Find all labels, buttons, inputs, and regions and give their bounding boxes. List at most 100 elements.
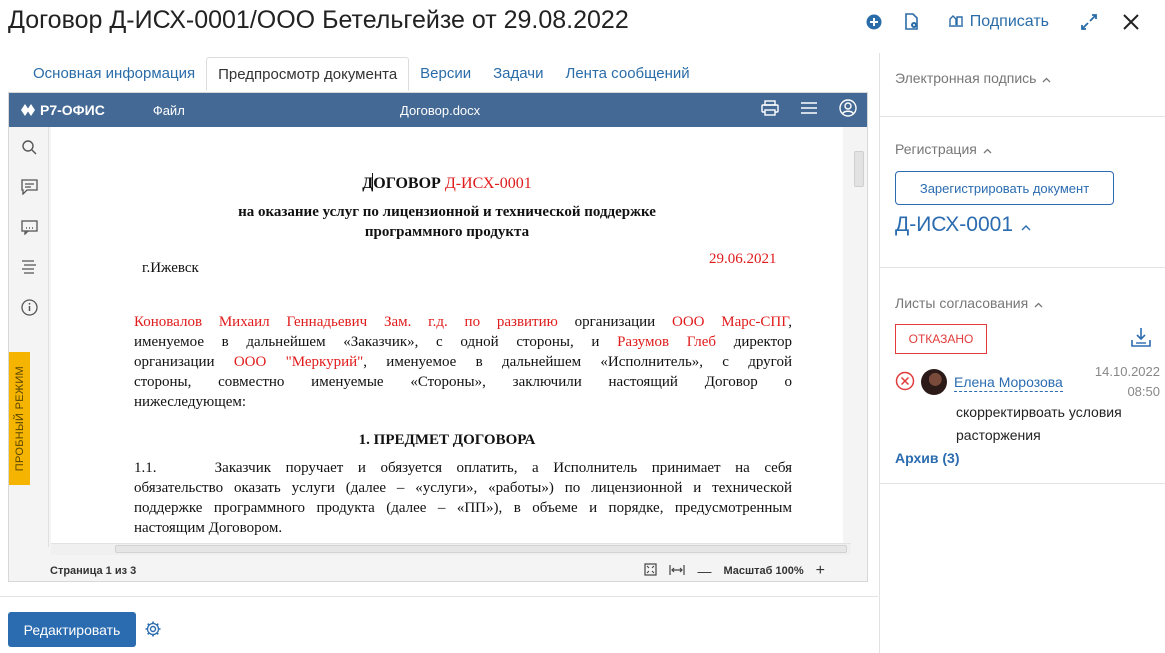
- trial-mode-badge: ПРОБНЫЙ РЕЖИМ: [9, 352, 30, 485]
- expand-icon[interactable]: [1079, 12, 1099, 32]
- text-span: ,: [788, 314, 792, 330]
- zoom-in-button[interactable]: +: [816, 562, 825, 580]
- approver-name[interactable]: Елена Морозова: [954, 374, 1063, 392]
- chevron-up-icon: [983, 141, 992, 157]
- logo-icon: [21, 104, 35, 116]
- sign-icon: [948, 13, 964, 32]
- user-icon[interactable]: [839, 98, 857, 122]
- zoom-controls: — Масштаб 100% +: [644, 559, 825, 581]
- registration-number[interactable]: Д-ИСХ-0001: [895, 213, 1031, 237]
- page-indicator: Страница 1 из 3: [50, 565, 137, 577]
- tab-document-preview[interactable]: Предпросмотр документа: [206, 57, 410, 91]
- tab-message-feed[interactable]: Лента сообщений: [555, 57, 701, 91]
- doc-subtitle-line1: на оказание услуг по лицензионной и техн…: [238, 204, 656, 220]
- approval-date: 14.10.2022: [1094, 364, 1160, 379]
- doc-para1-line1: Коновалов Михаил Геннадьевич Зам. г.д. п…: [134, 312, 792, 332]
- chevron-up-icon: [1042, 70, 1051, 86]
- editor-logo: Р7-ОФИС: [21, 102, 105, 118]
- registration-number-text: Д-ИСХ-0001: [895, 213, 1014, 236]
- trial-mode-label: ПРОБНЫЙ РЕЖИМ: [13, 365, 26, 472]
- sign-button-label: Подписать: [969, 13, 1049, 30]
- doc-para2-line1: 1.1. Заказчик поручает и обязуется оплат…: [134, 460, 792, 476]
- approval-section-title: Листы согласования: [895, 295, 1029, 311]
- doc-section1-heading: 1. ПРЕДМЕТ ДОГОВОРА: [358, 432, 536, 448]
- vertical-scroll-thumb[interactable]: [854, 151, 864, 187]
- archive-link[interactable]: Архив (3): [895, 450, 959, 466]
- zoom-level: Масштаб 100%: [723, 565, 804, 577]
- doc-date: 29.06.2021: [709, 251, 777, 267]
- chat-icon[interactable]: [9, 207, 49, 247]
- chevron-up-icon: [1034, 295, 1043, 311]
- footer-divider: [0, 596, 878, 597]
- customer-representative: Коновалов Михаил Геннадьевич Зам. г.д. п…: [134, 314, 558, 330]
- page-title: Договор Д-ИСХ-0001/ООО Бетельгейзе от 29…: [8, 6, 629, 34]
- plus-circle-icon[interactable]: [864, 12, 884, 32]
- executor-org: ООО "Меркурий": [233, 354, 364, 370]
- section-divider: [880, 483, 1165, 484]
- search-icon[interactable]: [9, 127, 49, 167]
- doc-para2-line3: поддержке программного продукта (далее –…: [134, 500, 792, 516]
- print-icon[interactable]: [761, 99, 779, 121]
- editor-toolbar: Р7-ОФИС Файл Договор.docx: [9, 93, 867, 127]
- approval-section-header[interactable]: Листы согласования: [895, 295, 1043, 311]
- info-icon[interactable]: [9, 287, 49, 327]
- text-span: директор: [716, 334, 792, 350]
- align-icon[interactable]: [9, 247, 49, 287]
- approval-time: 08:50: [1127, 384, 1160, 399]
- doc-city: г.Ижевск: [142, 260, 199, 276]
- sign-button[interactable]: Подписать: [948, 13, 1049, 32]
- edit-button[interactable]: Редактировать: [8, 612, 136, 647]
- document-page[interactable]: ДОГОВОР Д-ИСХ-0001 на оказание услуг по …: [51, 127, 843, 543]
- rejected-icon: [895, 371, 915, 396]
- text-span: организации: [134, 354, 234, 370]
- executor-representative: Разумов Глеб: [617, 334, 717, 350]
- document-settings-icon[interactable]: [902, 12, 922, 32]
- registration-section-header[interactable]: Регистрация: [895, 141, 992, 157]
- editor-statusbar: Страница 1 из 3 — Масштаб 100% +: [9, 559, 867, 581]
- signature-section-title: Электронная подпись: [895, 70, 1037, 86]
- download-icon[interactable]: [1131, 327, 1151, 352]
- zoom-out-button[interactable]: —: [697, 563, 711, 579]
- doc-para1-line4: стороны, совместно именуемые «Стороны», …: [134, 374, 792, 390]
- doc-para1-line5: нижеследующем:: [134, 394, 247, 410]
- approval-comment: скорректирвоать условия расторжения: [956, 404, 1122, 443]
- close-icon[interactable]: [1121, 12, 1141, 32]
- menu-icon[interactable]: [801, 101, 817, 119]
- section-divider: [880, 116, 1165, 117]
- register-document-button[interactable]: Зарегистрировать документ: [895, 171, 1114, 205]
- tab-main-info[interactable]: Основная информация: [22, 57, 206, 91]
- gear-icon[interactable]: [144, 620, 162, 643]
- vertical-scrollbar[interactable]: [851, 127, 867, 543]
- signature-section-header[interactable]: Электронная подпись: [895, 70, 1051, 86]
- tab-bar: Основная информация Предпросмотр докумен…: [22, 57, 701, 91]
- doc-title-number: Д-ИСХ-0001: [444, 175, 532, 192]
- horizontal-scrollbar[interactable]: [51, 543, 851, 555]
- chevron-up-icon: [1021, 213, 1031, 237]
- right-panel: Электронная подпись Регистрация Зарегист…: [879, 53, 1165, 653]
- doc-title: ДОГОВОР Д-ИСХ-0001: [51, 174, 843, 194]
- editor-toolbar-right: [761, 93, 857, 127]
- fit-width-icon[interactable]: [669, 564, 686, 579]
- text-span: именуемое в дальнейшем «Заказчик», с одн…: [134, 334, 618, 350]
- editor-filename: Договор.docx: [400, 102, 481, 118]
- horizontal-scroll-thumb[interactable]: [115, 545, 847, 553]
- comment-icon[interactable]: [9, 167, 49, 207]
- doc-para2-line2: обязательство оказать услуги (далее – «у…: [134, 480, 792, 496]
- registration-section-title: Регистрация: [895, 141, 977, 157]
- app-window: Договор Д-ИСХ-0001/ООО Бетельгейзе от 29…: [0, 0, 1165, 653]
- tab-versions[interactable]: Версии: [409, 57, 482, 91]
- header-actions: Подписать: [864, 8, 1141, 36]
- status-badge: ОТКАЗАНО: [895, 324, 987, 354]
- doc-title-prefix: ДОГОВОР: [362, 175, 445, 192]
- approval-datetime: 14.10.2022 08:50: [1095, 362, 1160, 402]
- text-span: организации: [557, 314, 672, 330]
- editor-left-toolbar: ПРОБНЫЙ РЕЖИМ: [9, 127, 49, 547]
- doc-para1-line3: организации ООО "Меркурий", именуемое в …: [134, 352, 792, 372]
- tab-tasks[interactable]: Задачи: [482, 57, 554, 91]
- section-divider: [880, 267, 1165, 268]
- fit-page-icon[interactable]: [644, 563, 658, 579]
- doc-subtitle-line2: программного продукта: [364, 224, 530, 240]
- menu-file[interactable]: Файл: [153, 103, 185, 118]
- customer-org: ООО Марс-СПГ: [671, 314, 789, 330]
- avatar: [921, 369, 947, 395]
